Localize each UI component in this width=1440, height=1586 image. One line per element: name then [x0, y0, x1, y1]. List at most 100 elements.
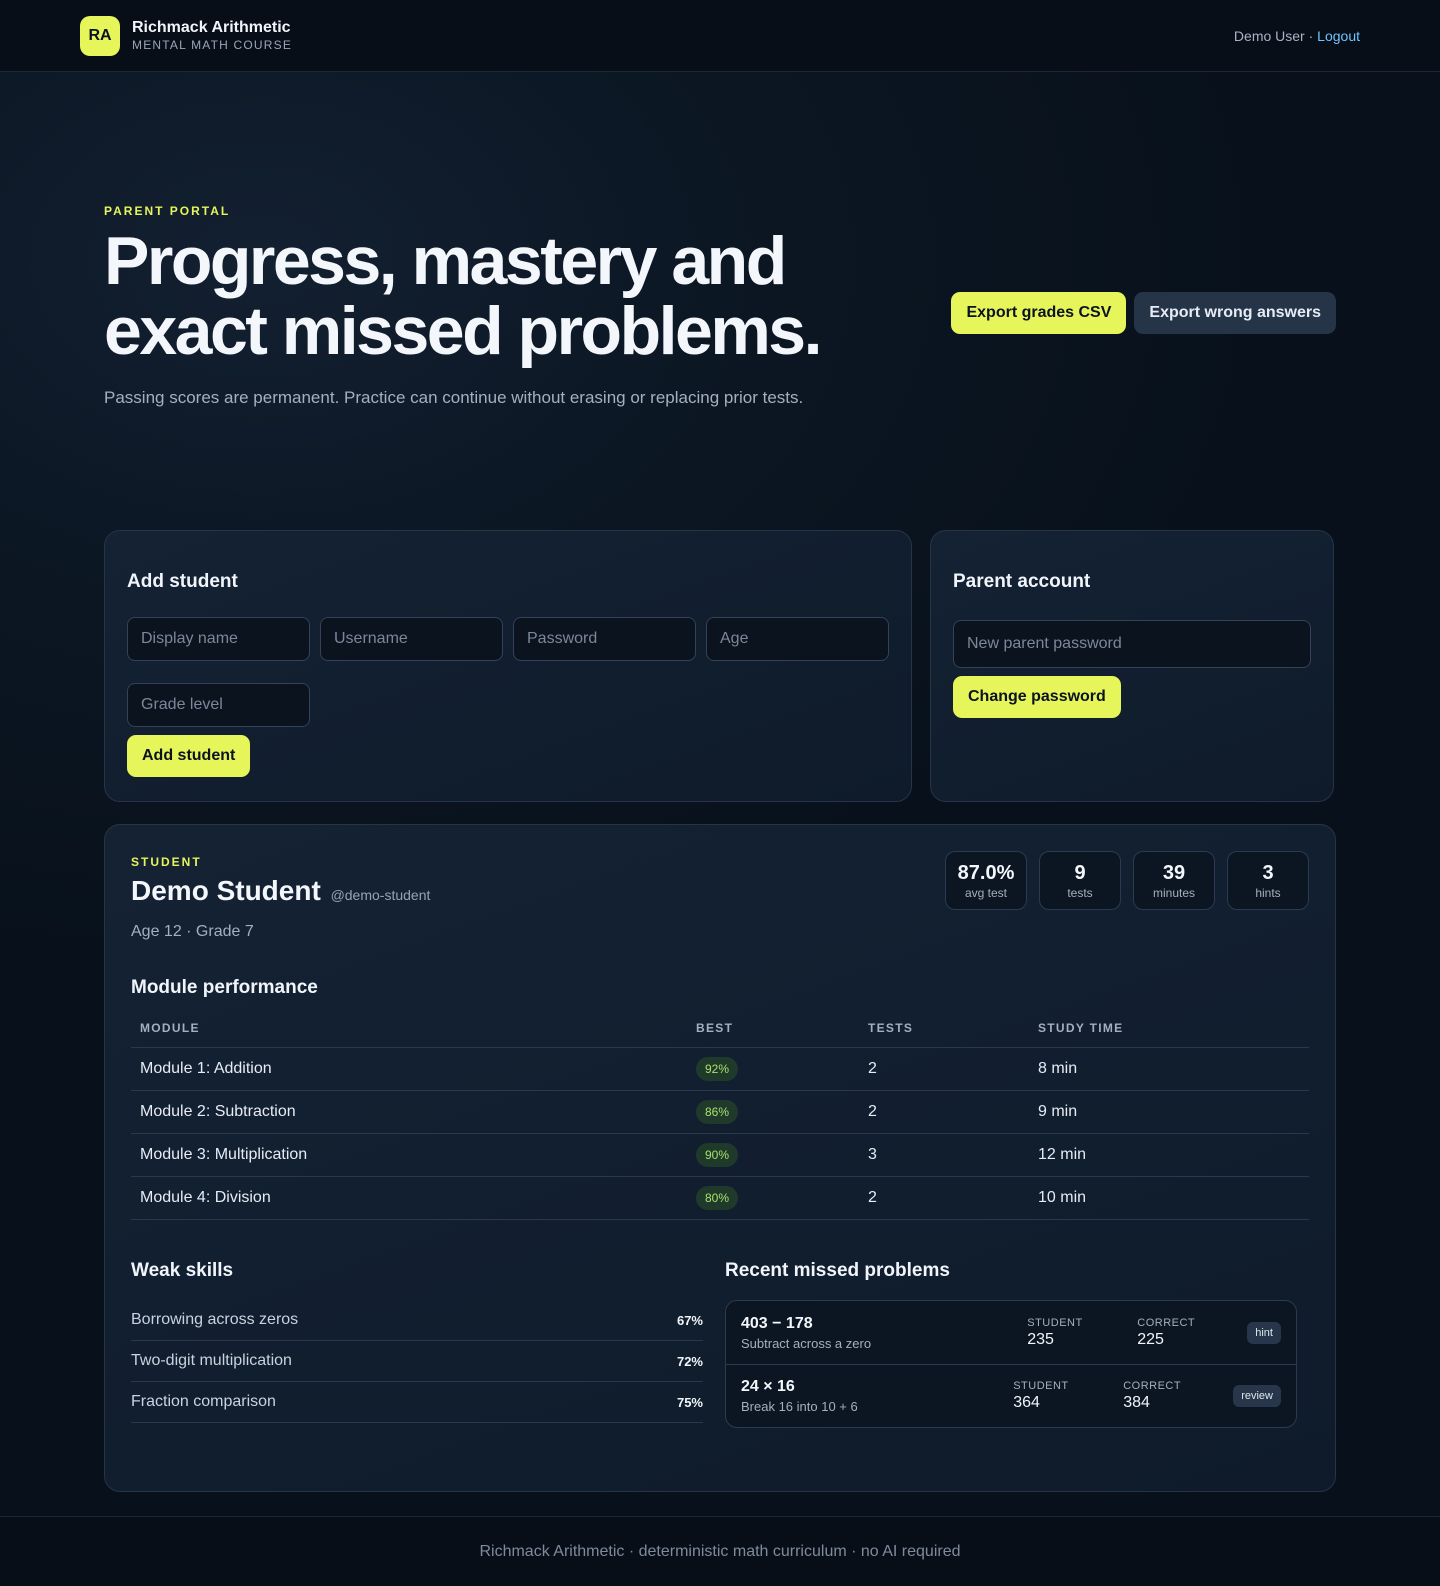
recent-missed-problems: Recent missed problems 403 − 178 Subtrac…	[725, 1260, 1297, 1428]
add-student-fields	[127, 617, 889, 727]
add-student-title: Add student	[127, 571, 238, 592]
export-grades-button[interactable]: Export grades CSV	[951, 292, 1127, 334]
brand[interactable]: RA Richmack Arithmetic MENTAL MATH COURS…	[80, 15, 293, 56]
display-name-input[interactable]	[127, 617, 310, 661]
stat-label: hints	[1255, 885, 1281, 900]
stat-label: avg test	[964, 885, 1008, 900]
hint-tag: hint	[1247, 1321, 1281, 1344]
add-student-card: Add student Add student	[104, 530, 912, 802]
age-input[interactable]	[706, 617, 889, 661]
stat-label: minutes	[1152, 885, 1196, 900]
module-table: MODULE BEST TESTS STUDY TIME Module 1: A…	[131, 1021, 1309, 1220]
col-tests: TESTS	[859, 1021, 1029, 1048]
list-item: 403 − 178 Subtract across a zero STUDENT…	[726, 1301, 1296, 1364]
stat-tests: 9 tests	[1039, 851, 1121, 910]
student-card: STUDENT Demo Student @demo-student Age 1…	[104, 824, 1336, 1492]
table-row: Module 4: Division 80% 2 10 min	[131, 1176, 1309, 1220]
logout-link[interactable]: Logout	[1317, 28, 1360, 44]
module-performance-title: Module performance	[131, 977, 318, 998]
table-row: Module 1: Addition 92% 2 8 min	[131, 1047, 1309, 1091]
hero-subtitle: Passing scores are permanent. Practice c…	[104, 388, 804, 407]
weak-skills: Weak skills Borrowing across zeros 67% T…	[131, 1260, 703, 1428]
correct-answer-label: CORRECT	[1137, 1316, 1196, 1329]
stat-avg-test: 87.0% avg test	[945, 851, 1027, 910]
stat-value: 87.0%	[957, 861, 1015, 884]
weak-skills-list: Borrowing across zeros 67% Two-digit mul…	[131, 1300, 703, 1423]
footer: Richmack Arithmetic · deterministic math…	[0, 1516, 1440, 1586]
stat-hints: 3 hints	[1227, 851, 1309, 910]
stat-minutes: 39 minutes	[1133, 851, 1215, 910]
missed-problems-list: 403 − 178 Subtract across a zero STUDENT…	[725, 1300, 1297, 1428]
password-input[interactable]	[513, 617, 696, 661]
student-name: Demo Student	[131, 875, 321, 906]
tests-count: 2	[859, 1047, 1029, 1091]
forms-row: Add student Add student Parent account C…	[104, 530, 1336, 802]
hero-eyebrow: PARENT PORTAL	[104, 204, 231, 218]
brand-logo: RA	[80, 15, 120, 56]
correct-answer: 225	[1137, 1330, 1164, 1348]
user-name: Demo User	[1233, 27, 1305, 44]
best-score-badge: 92%	[696, 1057, 739, 1081]
col-module: MODULE	[131, 1021, 687, 1048]
user-separator: ·	[1308, 27, 1314, 44]
correct-answer-label: CORRECT	[1123, 1380, 1182, 1392]
missed-problem: 24 × 16	[741, 1378, 795, 1395]
student-answer: 235	[1027, 1330, 1054, 1348]
missed-problem-hint: Break 16 into 10 + 6	[741, 1399, 858, 1414]
weak-skill-name: Fraction comparison	[131, 1393, 276, 1410]
brand-title: Richmack Arithmetic	[132, 19, 291, 36]
weak-skill-name: Two-digit multiplication	[131, 1352, 292, 1369]
module-name: Module 1: Addition	[131, 1047, 687, 1091]
list-item: Fraction comparison 75%	[131, 1382, 703, 1423]
review-tag: review	[1233, 1385, 1281, 1407]
weak-skill-name: Borrowing across zeros	[131, 1311, 299, 1328]
study-time: 10 min	[1029, 1176, 1309, 1220]
student-stats: 87.0% avg test 9 tests 39 minutes 3 hint…	[945, 851, 1309, 910]
best-score-badge: 86%	[696, 1100, 739, 1124]
top-bar: RA Richmack Arithmetic MENTAL MATH COURS…	[0, 0, 1440, 72]
tests-count: 3	[859, 1133, 1029, 1177]
hero-actions: Export grades CSV Export wrong answers	[951, 292, 1336, 334]
table-row: Module 2: Subtraction 86% 2 9 min	[131, 1090, 1309, 1134]
student-answer: 364	[1013, 1394, 1040, 1411]
hero-title: Progress, mastery and exact missed probl…	[104, 223, 823, 369]
add-student-button[interactable]: Add student	[127, 735, 251, 777]
change-password-button[interactable]: Change password	[953, 676, 1121, 718]
insights-row: Weak skills Borrowing across zeros 67% T…	[131, 1260, 1309, 1428]
list-item: Borrowing across zeros 67%	[131, 1300, 703, 1341]
correct-answer: 384	[1123, 1394, 1150, 1411]
module-name: Module 2: Subtraction	[131, 1090, 687, 1134]
student-handle: @demo-student	[330, 887, 431, 903]
study-time: 12 min	[1029, 1133, 1309, 1177]
brand-subtitle: MENTAL MATH COURSE	[132, 38, 293, 52]
stat-value: 39	[1162, 861, 1186, 884]
module-name: Module 4: Division	[131, 1176, 687, 1220]
grade-level-input[interactable]	[127, 683, 310, 727]
hero: PARENT PORTAL Progress, mastery and exac…	[104, 72, 1336, 530]
table-row: Module 3: Multiplication 90% 3 12 min	[131, 1133, 1309, 1177]
missed-problems-title: Recent missed problems	[725, 1260, 950, 1281]
user-box: Demo User · Logout	[1234, 28, 1360, 44]
stat-label: tests	[1067, 885, 1093, 900]
student-answer-label: STUDENT	[1027, 1316, 1083, 1329]
stat-value: 3	[1262, 861, 1274, 884]
module-table-header: MODULE BEST TESTS STUDY TIME	[131, 1021, 1309, 1048]
stat-value: 9	[1074, 861, 1086, 884]
parent-account-card: Parent account Change password	[930, 530, 1334, 802]
new-parent-password-input[interactable]	[953, 620, 1311, 668]
best-score-badge: 90%	[696, 1143, 739, 1167]
study-time: 9 min	[1029, 1090, 1309, 1134]
best-score-badge: 80%	[696, 1186, 739, 1210]
username-input[interactable]	[320, 617, 503, 661]
main-content: PARENT PORTAL Progress, mastery and exac…	[0, 72, 1440, 1492]
parent-account-title: Parent account	[953, 571, 1091, 592]
student-meta: Age 12 · Grade 7	[131, 923, 254, 940]
missed-problem: 403 − 178	[741, 1314, 813, 1332]
export-wrong-answers-button[interactable]: Export wrong answers	[1134, 292, 1336, 334]
weak-skill-pct: 75%	[676, 1394, 703, 1410]
student-answer-label: STUDENT	[1013, 1380, 1069, 1392]
col-best: BEST	[687, 1021, 859, 1048]
weak-skills-title: Weak skills	[131, 1260, 234, 1281]
list-item: Two-digit multiplication 72%	[131, 1341, 703, 1382]
tests-count: 2	[859, 1090, 1029, 1134]
